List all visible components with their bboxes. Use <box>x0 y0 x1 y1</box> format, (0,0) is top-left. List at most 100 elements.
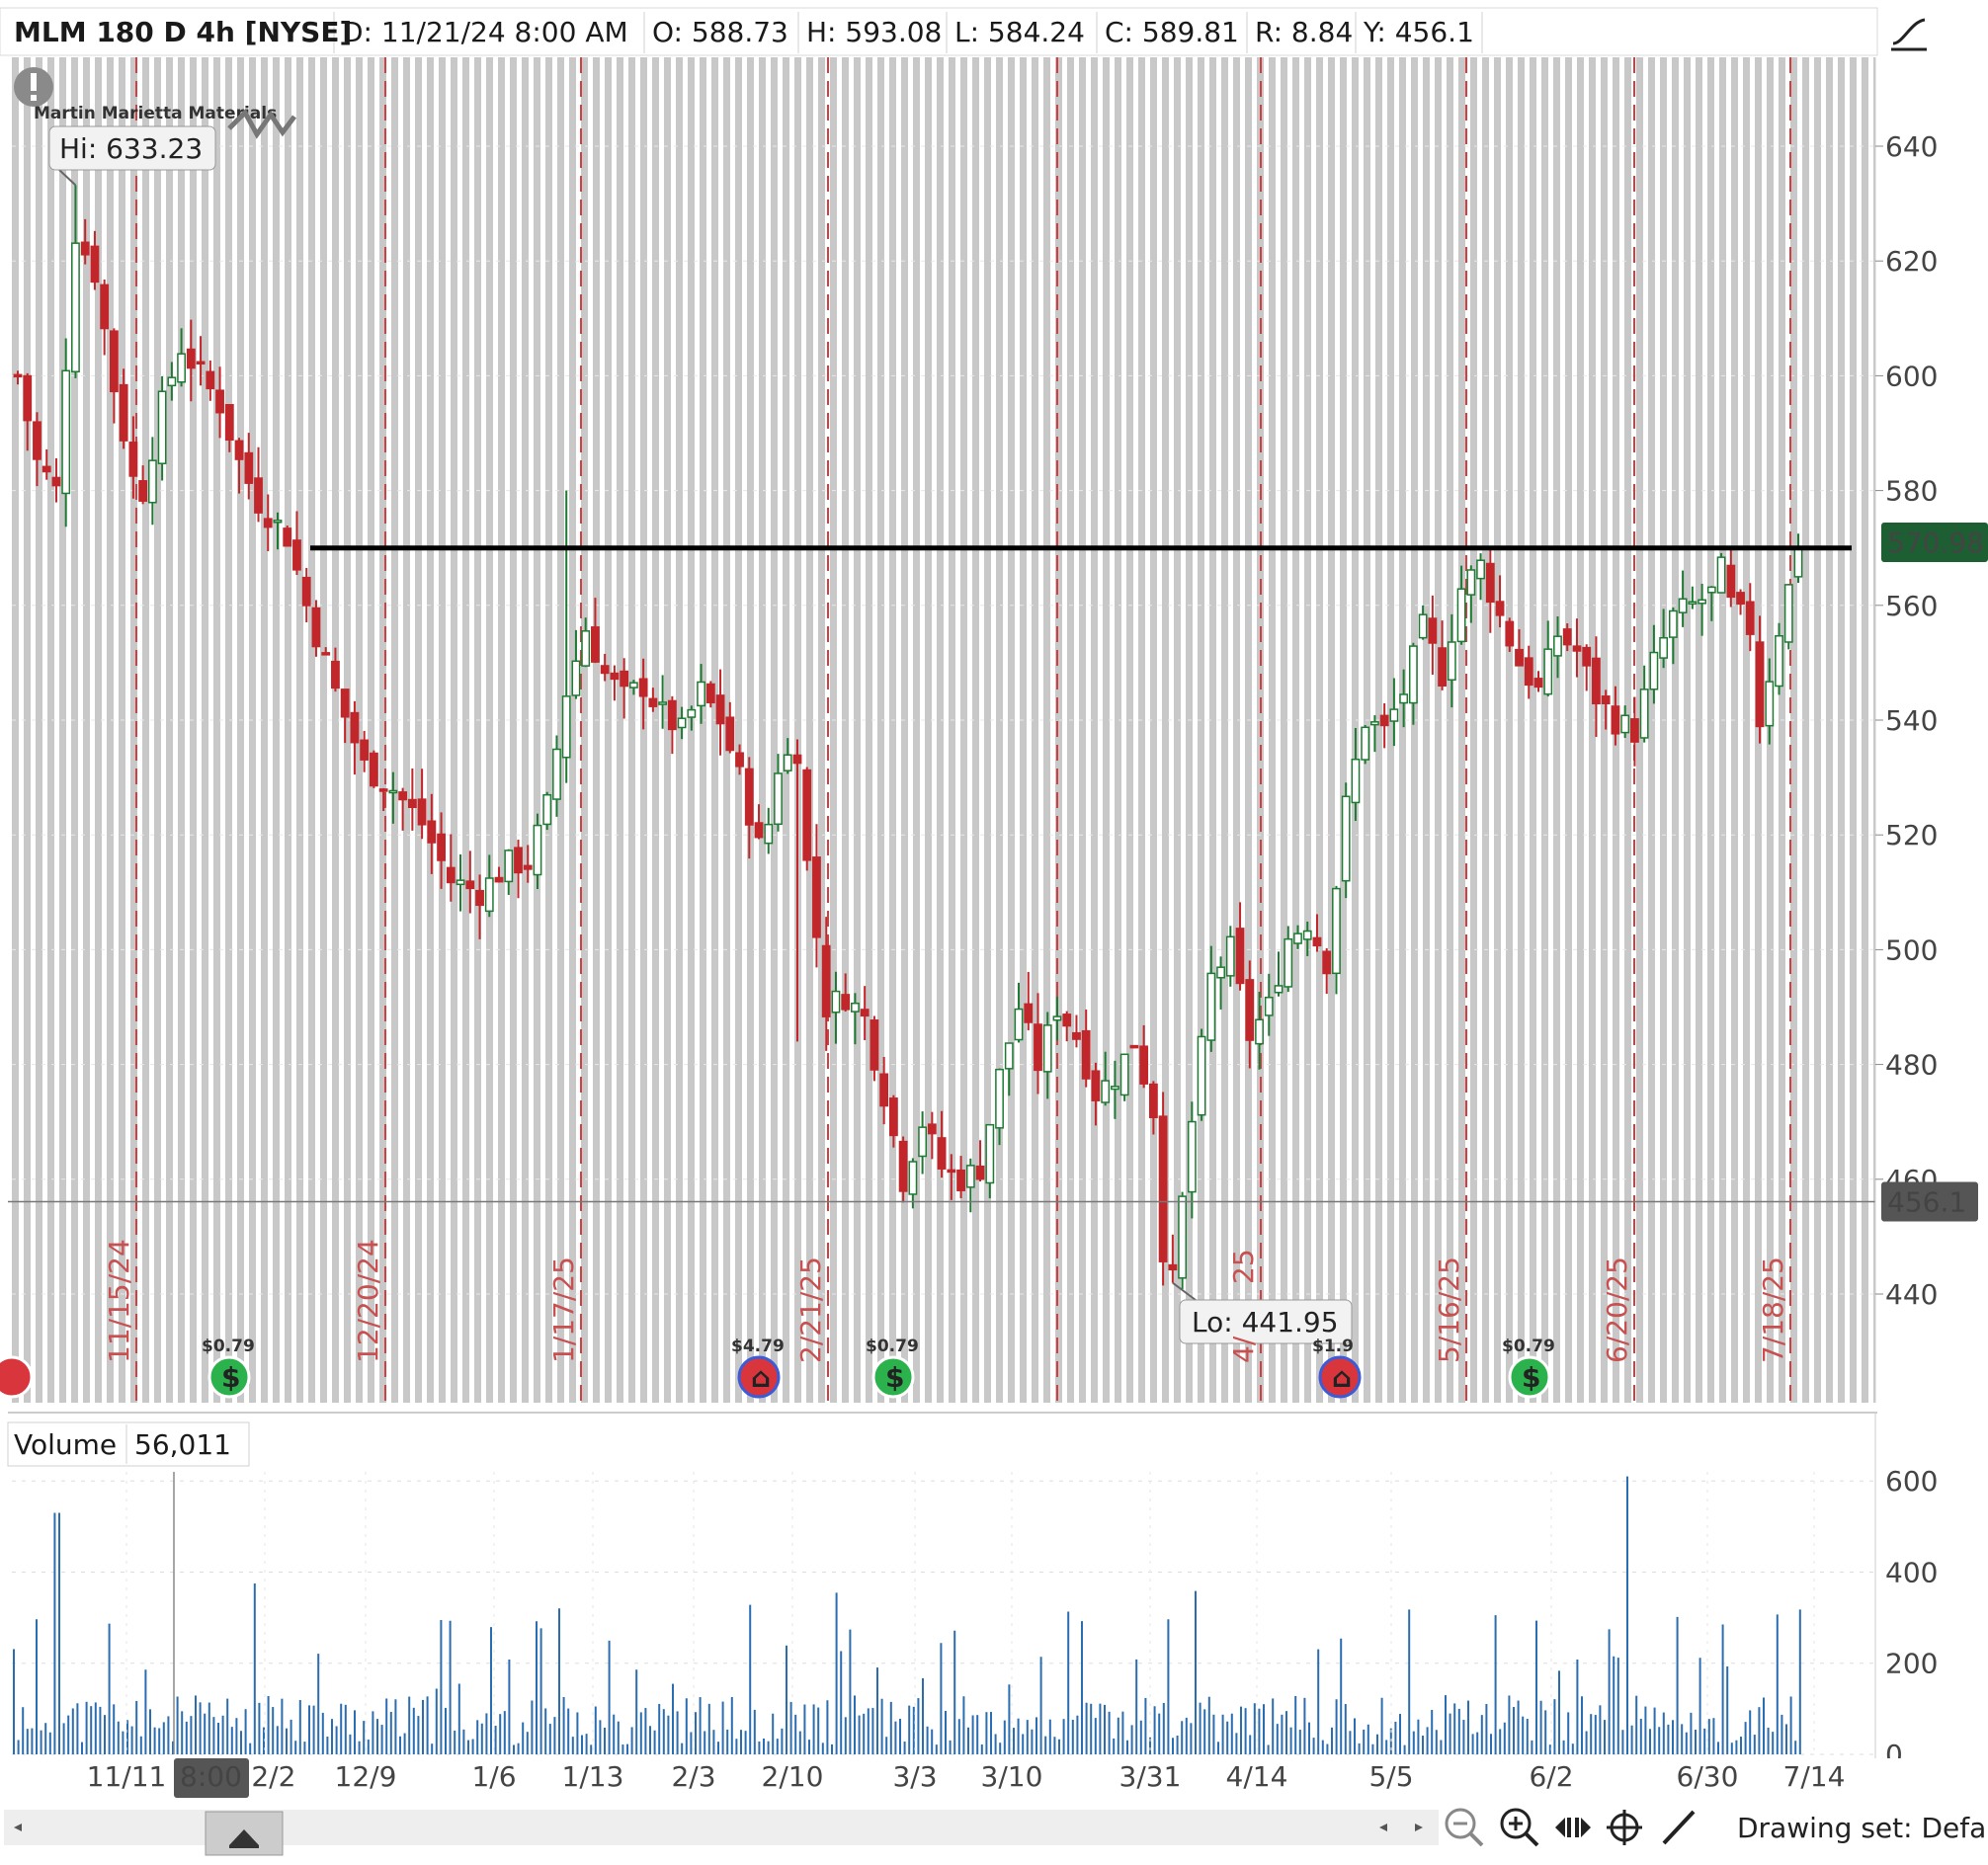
drawing-set-label[interactable]: Drawing set: Defau <box>1737 1812 1988 1844</box>
candle-body <box>841 994 851 1011</box>
price-tick-label: 520 <box>1885 819 1938 851</box>
session-stripe <box>1067 57 1074 1403</box>
session-stripe <box>1126 57 1133 1403</box>
session-stripe <box>142 57 149 1403</box>
chart-canvas[interactable]: MLM 180 D 4h [NYSE] D: 11/21/24 8:00 AM … <box>0 0 1988 1865</box>
price-panel[interactable]: Martin Marietta Materials Hi: 633.23 Lo:… <box>0 57 1880 1403</box>
session-stripe <box>1269 57 1276 1403</box>
candle-body <box>725 716 735 752</box>
candle-body <box>100 284 110 330</box>
candle-body <box>110 330 119 393</box>
candle-body <box>234 440 244 460</box>
session-stripe <box>1458 57 1465 1403</box>
session-stripe <box>818 57 825 1403</box>
candle-body <box>1014 1008 1024 1041</box>
candle-body <box>1322 950 1332 975</box>
session-stripe <box>24 57 31 1403</box>
session-stripe <box>759 57 766 1403</box>
time-tick-label: 1/13 <box>562 1760 624 1793</box>
time-tick-label: 11/11 <box>87 1760 167 1793</box>
alert-icon[interactable] <box>14 67 53 107</box>
session-stripe <box>1435 57 1442 1403</box>
candle-body <box>754 822 764 839</box>
session-stripe <box>1648 57 1655 1403</box>
session-stripe <box>628 57 635 1403</box>
time-tick-label: 3/31 <box>1119 1760 1182 1793</box>
session-stripe <box>783 57 789 1403</box>
range-readout: R: 8.84 <box>1255 16 1353 48</box>
lo-label: Lo: 441.95 <box>1192 1306 1339 1338</box>
time-tick-label: 3/3 <box>892 1760 937 1793</box>
time-tick-label: 7/14 <box>1783 1760 1846 1793</box>
session-stripe <box>1541 57 1548 1403</box>
price-tick-label: 440 <box>1885 1278 1938 1311</box>
volume-title: Volume <box>14 1428 117 1461</box>
session-stripe <box>427 57 434 1403</box>
candle-body <box>1659 636 1669 659</box>
session-stripe <box>1032 57 1038 1403</box>
candle-body <box>1351 758 1361 804</box>
candle-body <box>1399 693 1409 704</box>
symbol-label[interactable]: MLM 180 D 4h [NYSE] <box>14 16 352 48</box>
session-stripe <box>1553 57 1560 1403</box>
expiry-label: 4/ <box>1227 1336 1260 1363</box>
candle-body <box>1379 714 1389 727</box>
dollar-glyph: $ <box>1522 1361 1540 1394</box>
candle-body <box>1284 937 1293 988</box>
time-tick-label: 1/6 <box>471 1760 516 1793</box>
scrollbar-thumb[interactable] <box>205 1811 284 1856</box>
candle-body <box>975 1165 985 1180</box>
session-stripe <box>1802 57 1809 1403</box>
candle-body <box>33 421 41 460</box>
session-stripe <box>107 57 114 1403</box>
earnings-icon-edge[interactable] <box>0 1355 34 1399</box>
close-readout: C: 589.81 <box>1105 16 1239 48</box>
price-axis[interactable]: 440460480500520540560580600620640 570.98… <box>1874 57 1988 1403</box>
candle-body <box>1148 1083 1158 1118</box>
candle-body <box>1361 726 1370 761</box>
candle-body <box>1158 1115 1168 1262</box>
candle-body <box>1775 634 1783 688</box>
candle-body <box>1293 932 1302 944</box>
candle-body <box>1341 795 1351 882</box>
volume-value: 56,011 <box>134 1428 231 1461</box>
candle-body <box>1553 635 1562 657</box>
volume-tick-label: 200 <box>1885 1648 1938 1680</box>
candle-body <box>927 1123 937 1135</box>
candle-body <box>1515 648 1524 667</box>
event-label: $0.79 <box>1502 1337 1555 1356</box>
candle-body <box>1706 586 1716 594</box>
candle-body <box>1688 601 1698 605</box>
price-tick-label: 560 <box>1885 590 1938 622</box>
candle-body <box>1197 1035 1206 1116</box>
candle-body <box>427 820 437 844</box>
price-tick-label: 600 <box>1885 360 1938 392</box>
volume-panel[interactable]: Volume 56,011 0200400600 <box>7 1412 1938 1771</box>
price-tick-label: 500 <box>1885 933 1938 966</box>
session-stripe <box>1494 57 1501 1403</box>
session-stripe <box>1470 57 1477 1403</box>
candle-body <box>263 518 273 528</box>
session-stripe <box>213 57 220 1403</box>
candle-body <box>301 576 311 607</box>
price-tick-label: 620 <box>1885 245 1938 278</box>
dollar-glyph: $ <box>885 1361 904 1394</box>
session-stripe <box>1743 57 1750 1403</box>
candle-body <box>1418 613 1428 639</box>
candle-body <box>1495 601 1505 616</box>
candle-body <box>947 1169 956 1174</box>
session-stripe <box>1482 57 1489 1403</box>
candle-body <box>821 944 831 1017</box>
session-stripe <box>545 57 552 1403</box>
candle-body <box>407 798 417 809</box>
chart-style-icon[interactable] <box>1883 10 1935 57</box>
candle-body <box>61 369 71 495</box>
candle-body <box>1572 645 1582 652</box>
candle-body <box>591 626 600 663</box>
earnings-glyph: ⌂ <box>1332 1361 1352 1394</box>
candle-body <box>1389 708 1399 722</box>
expiry-label: 2/21/25 <box>794 1257 827 1363</box>
candle-body <box>715 694 725 725</box>
candle-body <box>1264 997 1274 1016</box>
session-stripe <box>522 57 529 1403</box>
